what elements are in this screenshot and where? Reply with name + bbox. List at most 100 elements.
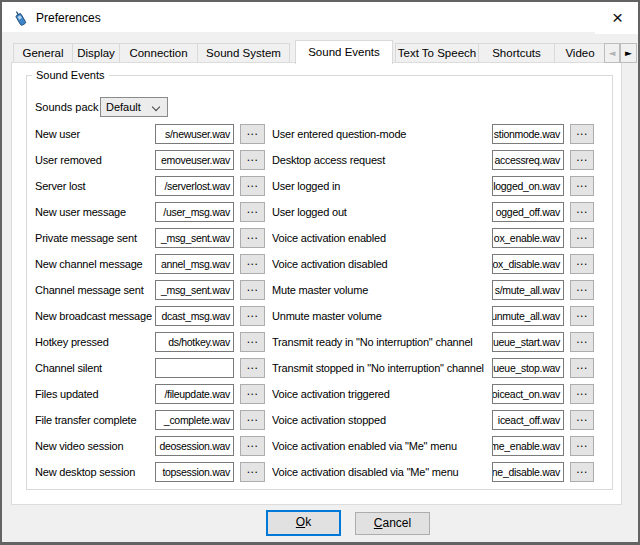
sound-event-label-user-entered-question-mode: User entered question-mode [272, 124, 491, 144]
sound-file-input-files-updated[interactable]: /fileupdate.wav [155, 384, 234, 404]
sound-event-label-new-user-message: New user message [35, 202, 153, 222]
browse-button-voice-activation-enabled-via-me-menu[interactable]: ... [570, 436, 594, 456]
browse-button-desktop-access-request[interactable]: ... [570, 150, 594, 170]
sound-file-input-unmute-master-volume[interactable]: unmute_all.wav [492, 306, 564, 326]
tab-text-to-speech[interactable]: Text To Speech [395, 43, 479, 62]
sound-event-label-voice-activation-stopped: Voice activation stopped [272, 410, 491, 430]
sound-event-label-private-message-sent: Private message sent [35, 228, 153, 248]
title-bar: Preferences × [2, 2, 638, 32]
sound-event-label-user-removed: User removed [35, 150, 153, 170]
browse-button-voice-activation-triggered[interactable]: ... [570, 384, 594, 404]
sound-file-input-voice-activation-enabled[interactable]: ox_enable.wav [492, 228, 564, 248]
browse-button-files-updated[interactable]: ... [240, 384, 265, 404]
sound-file-input-hotkey-pressed[interactable]: ds/hotkey.wav [155, 332, 234, 352]
sound-file-input-user-removed[interactable]: emoveuser.wav [155, 150, 234, 170]
sound-file-input-new-video-session[interactable]: deosession.wav [155, 436, 234, 456]
browse-button-user-logged-out[interactable]: ... [570, 202, 594, 222]
sound-event-label-mute-master-volume: Mute master volume [272, 280, 491, 300]
sound-event-label-desktop-access-request: Desktop access request [272, 150, 491, 170]
sound-file-input-channel-silent[interactable] [155, 358, 234, 378]
close-button[interactable]: × [595, 4, 640, 34]
tab-sound-system[interactable]: Sound System [197, 43, 290, 62]
ok-button[interactable]: Ok [266, 510, 341, 536]
app-icon [12, 9, 29, 27]
sound-file-input-new-desktop-session[interactable]: topsession.wav [155, 462, 234, 482]
sound-event-label-user-logged-out: User logged out [272, 202, 491, 222]
sound-file-input-file-transfer-complete[interactable]: _complete.wav [155, 410, 234, 430]
sound-event-label-transmit-stopped-in-no-interruption-channel: Transmit stopped in "No interruption" ch… [272, 358, 491, 378]
sound-file-input-desktop-access-request[interactable]: accessreq.wav [492, 150, 564, 170]
sound-file-input-voice-activation-enabled-via-me-menu[interactable]: me_enable.wav [492, 436, 564, 456]
sound-event-label-new-desktop-session: New desktop session [35, 462, 153, 482]
tab-connection[interactable]: Connection [119, 43, 198, 62]
browse-button-new-broadcast-message[interactable]: ... [240, 306, 265, 326]
browse-button-new-video-session[interactable]: ... [240, 436, 265, 456]
sounds-pack-value: Default [106, 101, 141, 114]
browse-button-mute-master-volume[interactable]: ... [570, 280, 594, 300]
cancel-button[interactable]: Cancel [355, 512, 430, 535]
sound-file-input-user-entered-question-mode[interactable]: stionmode.wav [492, 124, 564, 144]
browse-button-private-message-sent[interactable]: ... [240, 228, 265, 248]
sound-file-input-voice-activation-disabled-via-me-menu[interactable]: ne_disable.wav [492, 462, 564, 482]
browse-button-new-user[interactable]: ... [240, 124, 265, 144]
sound-event-label-transmit-ready-in-no-interruption-channel: Transmit ready in "No interruption" chan… [272, 332, 491, 352]
sound-file-input-voice-activation-disabled[interactable]: ox_disable.wav [492, 254, 564, 274]
sound-file-input-server-lost[interactable]: /serverlost.wav [155, 176, 234, 196]
browse-button-user-logged-in[interactable]: ... [570, 176, 594, 196]
browse-button-user-entered-question-mode[interactable]: ... [570, 124, 594, 144]
browse-button-server-lost[interactable]: ... [240, 176, 265, 196]
sound-file-input-voice-activation-stopped[interactable]: iceact_off.wav [492, 410, 564, 430]
browse-button-hotkey-pressed[interactable]: ... [240, 332, 265, 352]
sound-file-input-new-channel-message[interactable]: annel_msg.wav [155, 254, 234, 274]
tab-display[interactable]: Display [72, 43, 120, 62]
browse-button-new-user-message[interactable]: ... [240, 202, 265, 222]
sounds-pack-select[interactable]: Default [100, 97, 168, 117]
sound-event-label-new-broadcast-message: New broadcast message [35, 306, 153, 326]
sound-file-input-new-user-message[interactable]: /user_msg.wav [155, 202, 234, 222]
sound-event-label-unmute-master-volume: Unmute master volume [272, 306, 491, 326]
browse-button-voice-activation-disabled[interactable]: ... [570, 254, 594, 274]
browse-button-new-channel-message[interactable]: ... [240, 254, 265, 274]
sound-file-input-channel-message-sent[interactable]: _msg_sent.wav [155, 280, 234, 300]
sound-file-input-private-message-sent[interactable]: _msg_sent.wav [155, 228, 234, 248]
browse-button-channel-silent[interactable]: ... [240, 358, 265, 378]
browse-button-transmit-stopped-in-no-interruption-channel[interactable]: ... [570, 358, 594, 378]
sound-file-input-transmit-stopped-in-no-interruption-channel[interactable]: ueue_stop.wav [492, 358, 564, 378]
sound-file-input-new-user[interactable]: s/newuser.wav [155, 124, 234, 144]
sound-event-label-voice-activation-disabled: Voice activation disabled [272, 254, 491, 274]
tab-video[interactable]: Video [554, 43, 606, 62]
sound-event-label-voice-activation-disabled-via-me-menu: Voice activation disabled via "Me" menu [272, 462, 491, 482]
sound-file-input-voice-activation-triggered[interactable]: oiceact_on.wav [492, 384, 564, 404]
sound-event-label-file-transfer-complete: File transfer complete [35, 410, 153, 430]
tab-sound-events[interactable]: Sound Events [295, 40, 393, 64]
sound-event-label-user-logged-in: User logged in [272, 176, 491, 196]
browse-button-voice-activation-disabled-via-me-menu[interactable]: ... [570, 462, 594, 482]
sound-event-label-voice-activation-enabled-via-me-menu: Voice activation enabled via "Me" menu [272, 436, 491, 456]
browse-button-voice-activation-stopped[interactable]: ... [570, 410, 594, 430]
sound-file-input-transmit-ready-in-no-interruption-channel[interactable]: ueue_start.wav [492, 332, 564, 352]
sounds-pack-label: Sounds pack [35, 97, 99, 117]
sound-event-label-voice-activation-triggered: Voice activation triggered [272, 384, 491, 404]
sound-file-input-user-logged-in[interactable]: logged_on.wav [492, 176, 564, 196]
tab-shortcuts[interactable]: Shortcuts [478, 43, 555, 62]
browse-button-new-desktop-session[interactable]: ... [240, 462, 265, 482]
tab-general[interactable]: General [13, 43, 73, 62]
chevron-down-icon [152, 103, 160, 111]
sound-file-input-user-logged-out[interactable]: ogged_off.wav [492, 202, 564, 222]
browse-button-transmit-ready-in-no-interruption-channel[interactable]: ... [570, 332, 594, 352]
sound-file-input-mute-master-volume[interactable]: s/mute_all.wav [492, 280, 564, 300]
browse-button-file-transfer-complete[interactable]: ... [240, 410, 265, 430]
browse-button-voice-activation-enabled[interactable]: ... [570, 228, 594, 248]
sound-event-label-new-user: New user [35, 124, 153, 144]
window-title: Preferences [36, 11, 101, 25]
sound-event-label-server-lost: Server lost [35, 176, 153, 196]
browse-button-channel-message-sent[interactable]: ... [240, 280, 265, 300]
tab-scroll-left-button[interactable]: ◄ [604, 43, 620, 63]
sound-event-label-new-channel-message: New channel message [35, 254, 153, 274]
groupbox-title: Sound Events [32, 69, 109, 81]
tab-scroll-right-button[interactable]: ► [620, 43, 637, 63]
browse-button-unmute-master-volume[interactable]: ... [570, 306, 594, 326]
sound-event-label-hotkey-pressed: Hotkey pressed [35, 332, 153, 352]
sound-file-input-new-broadcast-message[interactable]: dcast_msg.wav [155, 306, 234, 326]
browse-button-user-removed[interactable]: ... [240, 150, 265, 170]
